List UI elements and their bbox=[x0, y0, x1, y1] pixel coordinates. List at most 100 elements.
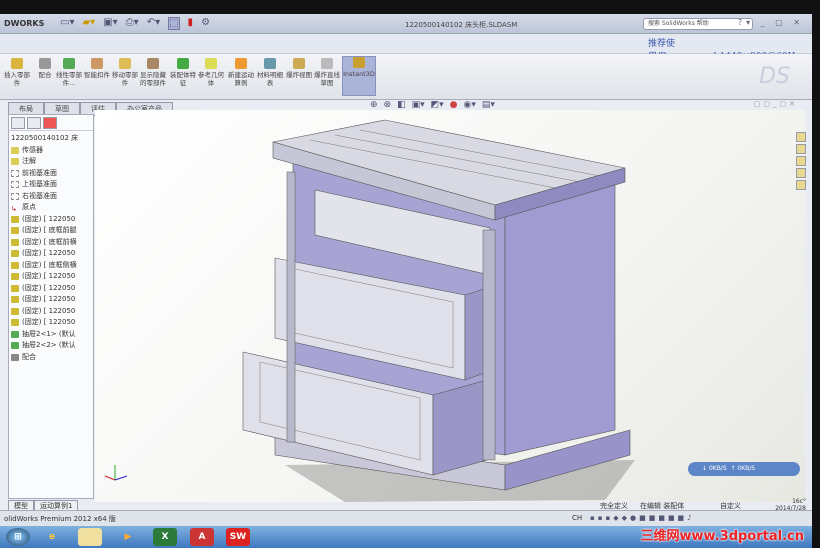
tree-item-label: (固定) [ 122050 bbox=[22, 283, 76, 292]
tree-item[interactable]: (固定) [ 底框侧横 bbox=[11, 260, 93, 272]
taskbar-acrobat[interactable]: A bbox=[190, 528, 214, 546]
mate-icon bbox=[39, 58, 51, 69]
panel-tabs bbox=[9, 115, 93, 131]
taskbar-media[interactable]: ▶ bbox=[116, 528, 140, 546]
view-settings-icon[interactable]: ▤▾ bbox=[482, 100, 495, 110]
part-icon bbox=[11, 307, 19, 315]
tree-item[interactable]: 右视基准面 bbox=[11, 191, 93, 203]
motion-icon bbox=[235, 58, 247, 69]
rebuild-icon[interactable]: ▮ bbox=[188, 17, 194, 30]
units-selector[interactable]: 自定义 bbox=[720, 501, 741, 511]
insert-components-button[interactable]: 插入零部件 bbox=[2, 58, 32, 87]
ds-logo: DS bbox=[759, 64, 790, 89]
display-tab[interactable] bbox=[43, 117, 57, 129]
undo-icon[interactable]: ↶▾ bbox=[147, 17, 160, 30]
feature-tree-tab[interactable] bbox=[11, 117, 25, 129]
graphics-viewport[interactable] bbox=[95, 110, 805, 502]
button-label: 移动零部件 bbox=[112, 71, 138, 87]
tree-item[interactable]: (固定) [ 122050 bbox=[11, 271, 93, 283]
window-controls[interactable]: ?▾ _ ▢ ✕ bbox=[738, 18, 804, 27]
resources-icon[interactable] bbox=[796, 132, 806, 142]
watermark: 三维网www.3dportal.cn bbox=[640, 529, 804, 544]
print-icon[interactable]: ⎙▾ bbox=[126, 17, 139, 30]
download-speed: 0KB/S bbox=[708, 465, 727, 472]
explode-line-sketch-button[interactable]: 爆炸直线草图 bbox=[312, 58, 342, 87]
insert-icon bbox=[11, 58, 23, 69]
tree-item[interactable]: (固定) [ 122050 bbox=[11, 283, 93, 295]
taskbar-ie[interactable]: e bbox=[40, 528, 64, 546]
task-pane-tabs bbox=[796, 132, 806, 190]
button-label: 新建运动算例 bbox=[228, 71, 254, 87]
tree-item[interactable]: 上视基准面 bbox=[11, 179, 93, 191]
instant3d-icon bbox=[353, 57, 365, 68]
annotation-icon bbox=[11, 158, 19, 166]
new-icon[interactable]: ▭▾ bbox=[60, 17, 74, 30]
new-motion-study-button[interactable]: 新建运动算例 bbox=[226, 58, 256, 87]
zoom-fit-icon[interactable]: ⊕ bbox=[370, 100, 378, 110]
button-label: 插入零部件 bbox=[4, 71, 30, 87]
tree-item[interactable]: 抽屉2<2> (默认 bbox=[11, 340, 93, 352]
property-tab[interactable] bbox=[27, 117, 41, 129]
tray-icons[interactable]: ▪▪▪◆◆●■■■■■♪ bbox=[590, 514, 695, 522]
tree-item[interactable]: (固定) [ 122050 bbox=[11, 214, 93, 226]
move-component-button[interactable]: 移动零部件 bbox=[110, 58, 140, 87]
button-label: 配合 bbox=[38, 71, 52, 79]
smart-fasteners-button[interactable]: 智能扣件 bbox=[82, 58, 112, 79]
view-orientation-icon[interactable]: ▣▾ bbox=[412, 100, 425, 110]
tree-item[interactable]: (固定) [ 底框前横 bbox=[11, 237, 93, 249]
tree-item[interactable]: (固定) [ 122050 bbox=[11, 294, 93, 306]
tree-item[interactable]: 配合 bbox=[11, 352, 93, 364]
appearances-icon[interactable] bbox=[796, 168, 806, 178]
taskbar-excel[interactable]: X bbox=[153, 528, 177, 546]
tree-item-label: (固定) [ 底框前腿 bbox=[22, 226, 77, 234]
tree-item-label: 原点 bbox=[22, 203, 36, 211]
taskbar-explorer[interactable] bbox=[78, 528, 102, 546]
part-icon bbox=[11, 319, 19, 327]
explode-icon bbox=[293, 58, 305, 69]
tree-item[interactable]: 抽屉2<1> (默认 bbox=[11, 329, 93, 341]
language-indicator[interactable]: CH bbox=[572, 514, 582, 522]
tree-item-label: (固定) [ 122050 bbox=[22, 272, 76, 280]
reference-geometry-button[interactable]: 参考几何体 bbox=[196, 58, 226, 87]
instant3d-button[interactable]: Instant3D bbox=[342, 56, 376, 96]
nightstand-model bbox=[104, 119, 635, 502]
tree-item[interactable]: (固定) [ 底框前腿 bbox=[11, 225, 93, 237]
viewport-window-controls[interactable]: ▢▢_▢✕ bbox=[754, 100, 798, 108]
exploded-view-button[interactable]: 爆炸视图 bbox=[284, 58, 314, 79]
tree-item-label: 前视基准面 bbox=[22, 168, 57, 177]
carcass-side bbox=[504, 179, 616, 456]
status-app-name: olidWorks Premium 2012 x64 版 bbox=[4, 515, 116, 523]
start-button[interactable]: ⊞ bbox=[6, 528, 30, 546]
tree-item[interactable]: (固定) [ 122050 bbox=[11, 306, 93, 318]
appearance-icon[interactable]: ● bbox=[450, 100, 458, 110]
section-view-icon[interactable]: ◧ bbox=[397, 100, 406, 110]
status-editing: 在编辑 装配体 bbox=[640, 502, 685, 510]
design-library-icon[interactable] bbox=[796, 144, 806, 154]
show-hidden-button[interactable]: 显示隐藏的零部件 bbox=[138, 58, 168, 87]
feature-tree: 1220500140102 床 传感器 注解 前视基准面 上视基准面 右视基准面… bbox=[9, 131, 93, 363]
open-icon[interactable]: ▰▾ bbox=[82, 17, 95, 30]
linear-pattern-button[interactable]: 线性零部件... bbox=[54, 58, 84, 87]
tree-item-label: 配合 bbox=[22, 352, 36, 361]
tree-root[interactable]: 1220500140102 床 bbox=[11, 133, 93, 145]
tree-item[interactable]: 传感器 bbox=[11, 145, 93, 157]
file-explorer-icon[interactable] bbox=[796, 156, 806, 166]
tree-item[interactable]: (固定) [ 122050 bbox=[11, 317, 93, 329]
taskbar-solidworks[interactable]: SW bbox=[226, 528, 250, 546]
tree-item[interactable]: 前视基准面 bbox=[11, 168, 93, 180]
zoom-area-icon[interactable]: ⊗ bbox=[384, 100, 392, 110]
assembly-features-button[interactable]: 装配体特征 bbox=[168, 58, 198, 87]
tree-item[interactable]: (固定) [ 122050 bbox=[11, 248, 93, 260]
save-icon[interactable]: ▣▾ bbox=[103, 17, 117, 30]
scene-icon[interactable]: ◉▾ bbox=[464, 100, 476, 110]
bom-button[interactable]: 材料明细表 bbox=[255, 58, 285, 87]
options-icon[interactable]: ⚙ bbox=[201, 17, 210, 30]
custom-properties-icon[interactable] bbox=[796, 180, 806, 190]
status-bar: olidWorks Premium 2012 x64 版 完全定义 在编辑 装配… bbox=[0, 502, 812, 526]
help-search-input[interactable]: 搜索 SolidWorks 帮助 bbox=[643, 18, 753, 30]
tree-root-label: 1220500140102 床 bbox=[11, 134, 79, 142]
display-style-icon[interactable]: ◩▾ bbox=[431, 100, 444, 110]
tree-item[interactable]: 注解 bbox=[11, 156, 93, 168]
select-icon[interactable]: ⬚ bbox=[168, 17, 180, 30]
tree-item[interactable]: ↳ 原点 bbox=[11, 202, 93, 214]
